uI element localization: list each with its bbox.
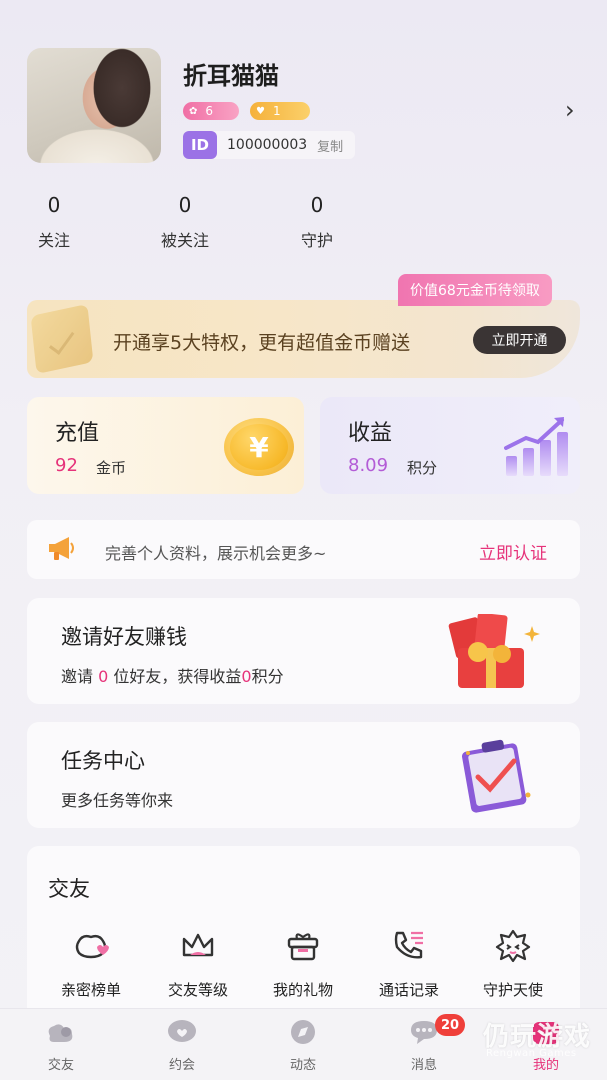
- avatar[interactable]: [27, 48, 161, 163]
- friends-icon: [48, 1024, 73, 1042]
- nav-moments[interactable]: 动态: [268, 1018, 338, 1073]
- recharge-value: 92: [55, 455, 78, 476]
- social-my-gifts[interactable]: 我的礼物: [258, 925, 348, 1000]
- nav-label: 约会: [168, 1058, 195, 1073]
- stat-guard[interactable]: 0 守护: [277, 193, 357, 251]
- stat-label: 守护: [300, 231, 333, 250]
- invite-sub-suffix: 积分: [251, 667, 284, 686]
- guard-value: 1: [272, 104, 281, 118]
- social-friend-level[interactable]: 交友等级: [153, 925, 243, 1000]
- user-id: 100000003: [227, 137, 308, 153]
- nav-label: 交友: [47, 1058, 74, 1073]
- verify-link[interactable]: 立即认证: [479, 539, 547, 564]
- recharge-title: 充值: [55, 421, 100, 446]
- shield-icon: ♥: [256, 105, 265, 117]
- gift-box-icon: [287, 933, 319, 961]
- social-guardian-angel[interactable]: 守护天使: [468, 925, 558, 1000]
- id-tag: ID: [183, 131, 217, 159]
- income-unit: 积分: [407, 459, 438, 477]
- vip-open-button[interactable]: 立即开通: [473, 326, 566, 354]
- copy-id-button[interactable]: 复制: [317, 136, 355, 155]
- phone-log-icon: [394, 931, 423, 959]
- stat-label: 关注: [37, 231, 70, 250]
- stat-value: 0: [47, 193, 61, 217]
- social-item-label: 交友等级: [167, 981, 228, 999]
- vip-tip: 价值68元金币待领取: [398, 274, 552, 306]
- chevron-right-icon[interactable]: ›: [565, 96, 575, 124]
- clipboard-task-icon: [462, 739, 531, 813]
- income-title: 收益: [348, 421, 393, 446]
- stat-label: 被关注: [160, 231, 209, 250]
- social-call-log[interactable]: 通话记录: [364, 925, 454, 1000]
- vip-crest-icon: [30, 303, 94, 375]
- stat-value: 0: [310, 193, 324, 217]
- date-chat-icon: [168, 1020, 196, 1042]
- task-title: 任务中心: [61, 749, 145, 773]
- social-item-label: 亲密榜单: [60, 981, 121, 999]
- username: 折耳猫猫: [183, 62, 279, 90]
- invite-friend-count: 0: [98, 667, 109, 686]
- notice-text: 完善个人资料，展示机会更多~: [105, 544, 327, 563]
- nav-label: 动态: [289, 1058, 316, 1073]
- social-item-label: 守护天使: [482, 981, 543, 999]
- nav-label: 消息: [410, 1058, 437, 1073]
- heart-chat-icon: [75, 934, 109, 959]
- watermark-sub: Rengwan Games: [486, 1048, 577, 1059]
- social-item-label: 通话记录: [378, 981, 439, 999]
- level-value: 6: [205, 104, 214, 118]
- invite-sub-middle: 位好友，获得收益: [108, 667, 242, 686]
- social-intimacy-rank[interactable]: 亲密榜单: [46, 925, 136, 1000]
- social-title: 交友: [48, 877, 90, 901]
- angel-face-icon: [495, 929, 531, 963]
- invite-sub-prefix: 邀请: [61, 667, 99, 686]
- stat-followers[interactable]: 0 被关注: [145, 193, 225, 251]
- stat-value: 0: [178, 193, 192, 217]
- id-row: ID 100000003 复制: [183, 131, 356, 159]
- red-envelope-gift-icon: [448, 614, 540, 688]
- invite-earnings: 0: [241, 667, 252, 686]
- income-value: 8.09: [348, 455, 389, 476]
- level-icon: ✿: [189, 105, 198, 117]
- megaphone-icon: [49, 537, 74, 560]
- message-count-badge: 20: [435, 1014, 466, 1036]
- nav-friends[interactable]: 交友: [26, 1018, 96, 1073]
- vip-text: 开通享5大特权，更有超值金币赠送: [113, 332, 411, 354]
- invite-title: 邀请好友赚钱: [61, 625, 187, 649]
- invite-subtitle: 邀请 0 位好友，获得收益0积分: [61, 663, 284, 687]
- task-subtitle: 更多任务等你来: [61, 791, 174, 810]
- compass-icon: [291, 1020, 315, 1044]
- stat-following[interactable]: 0 关注: [14, 193, 94, 251]
- nav-dates[interactable]: 约会: [147, 1018, 217, 1073]
- coin-icon: ¥: [224, 418, 294, 476]
- crown-icon: [182, 933, 214, 957]
- growth-chart-icon: [504, 417, 568, 476]
- social-item-label: 我的礼物: [272, 981, 333, 999]
- level-badge: ✿ 6: [183, 102, 239, 120]
- recharge-unit: 金币: [96, 459, 127, 477]
- guard-badge: ♥ 1: [250, 102, 310, 120]
